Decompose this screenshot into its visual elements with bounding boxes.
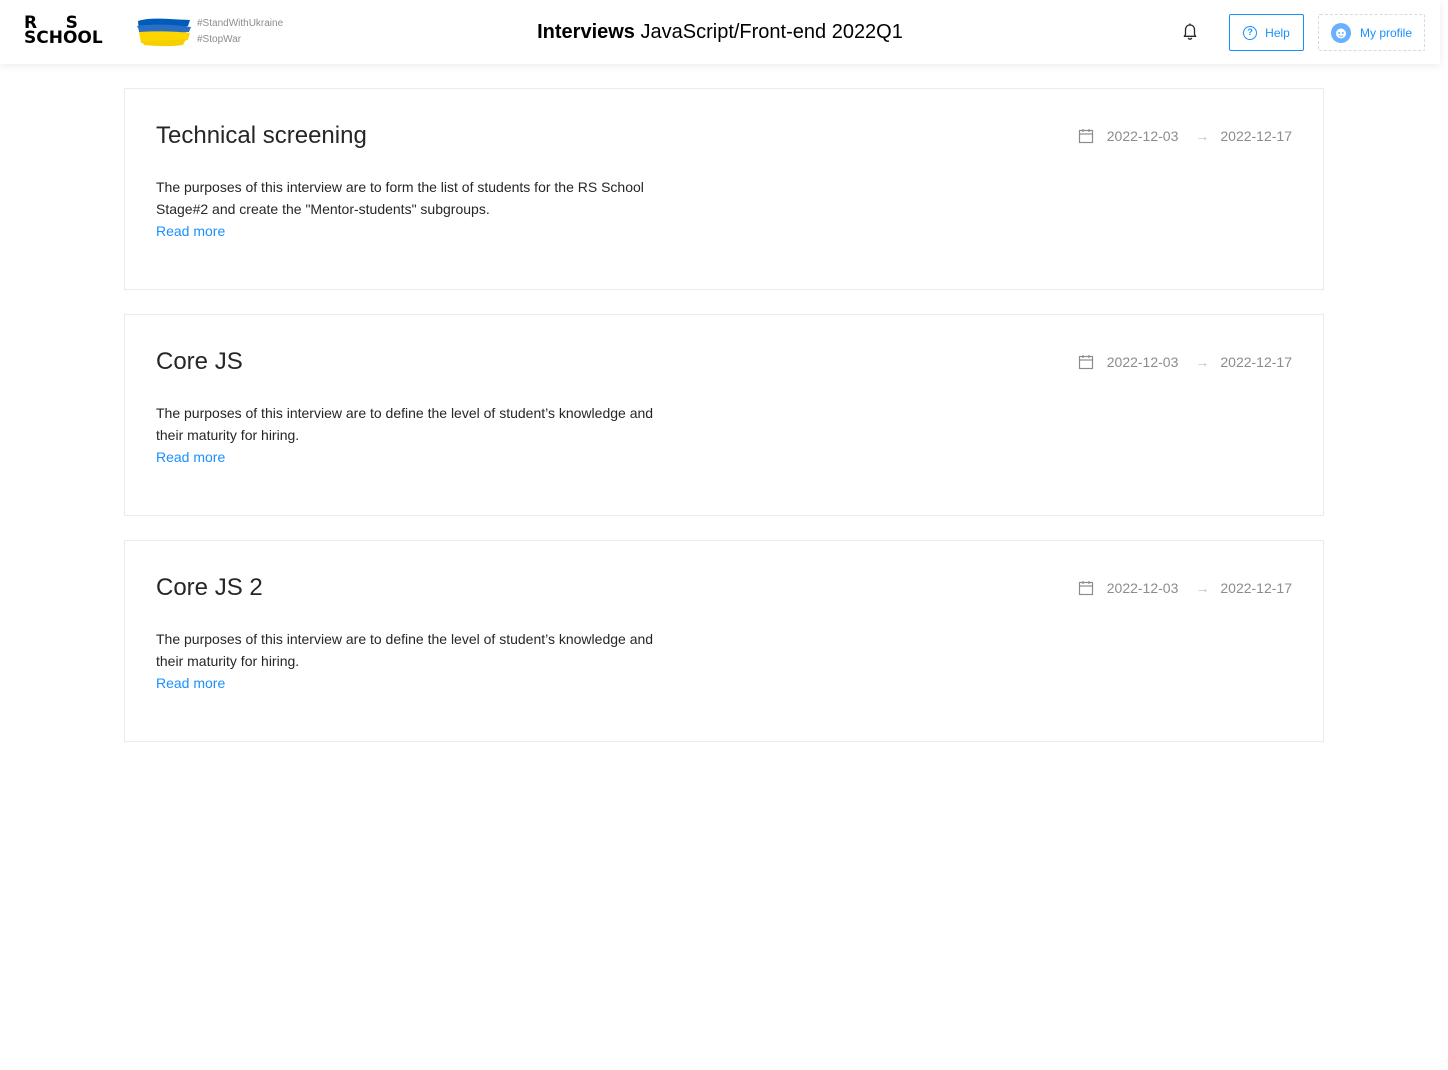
help-button-label: Help [1265,25,1290,40]
read-more-link[interactable]: Read more [156,220,225,242]
calendar-icon [1078,581,1093,596]
interview-description: The purposes of this interview are to de… [156,631,654,669]
arrow-right-icon: → [1195,580,1210,596]
question-circle-icon: ? [1243,25,1258,40]
interview-dates: 2022-12-03 → 2022-12-17 [1078,127,1292,145]
app-header: RS SCHOOL #StandWithUkraine #StopWar Int… [0,0,1440,64]
arrow-right-icon: → [1195,128,1210,144]
calendar-icon [1078,355,1093,370]
interview-card: Core JS 2022-12-03 → 2022-12-17 The purp… [124,314,1324,516]
start-date: 2022-12-03 [1106,128,1179,144]
end-date: 2022-12-17 [1220,580,1292,596]
interview-title: Core JS 2 [156,574,263,601]
end-date: 2022-12-17 [1220,354,1292,370]
bell-icon[interactable] [1180,22,1200,42]
interview-title: Core JS [156,348,243,375]
page-title-course: JavaScript/Front-end 2022Q1 [640,21,903,43]
start-date: 2022-12-03 [1106,580,1179,596]
interview-card: Core JS 2 2022-12-03 → 2022-12-17 The pu… [124,540,1324,742]
help-button[interactable]: ? Help [1229,14,1304,51]
read-more-link[interactable]: Read more [156,446,225,468]
interview-dates: 2022-12-03 → 2022-12-17 [1078,579,1292,597]
my-profile-label: My profile [1359,25,1412,40]
start-date: 2022-12-03 [1106,354,1179,370]
interview-card: Technical screening 2022-12-03 → 2022-12… [124,88,1324,290]
end-date: 2022-12-17 [1220,128,1292,144]
interview-title: Technical screening [156,122,367,149]
interview-description: The purposes of this interview are to fo… [156,179,644,217]
interview-description: The purposes of this interview are to de… [156,405,654,443]
my-profile-button[interactable]: My profile [1318,14,1425,51]
interview-dates: 2022-12-03 → 2022-12-17 [1078,353,1292,371]
calendar-icon [1078,129,1093,144]
read-more-link[interactable]: Read more [156,672,225,694]
page-title: Interviews JavaScript/Front-end 2022Q1 [0,20,1440,44]
page-title-section: Interviews [537,21,635,43]
arrow-right-icon: → [1195,354,1210,370]
avatar-icon [1330,22,1351,43]
